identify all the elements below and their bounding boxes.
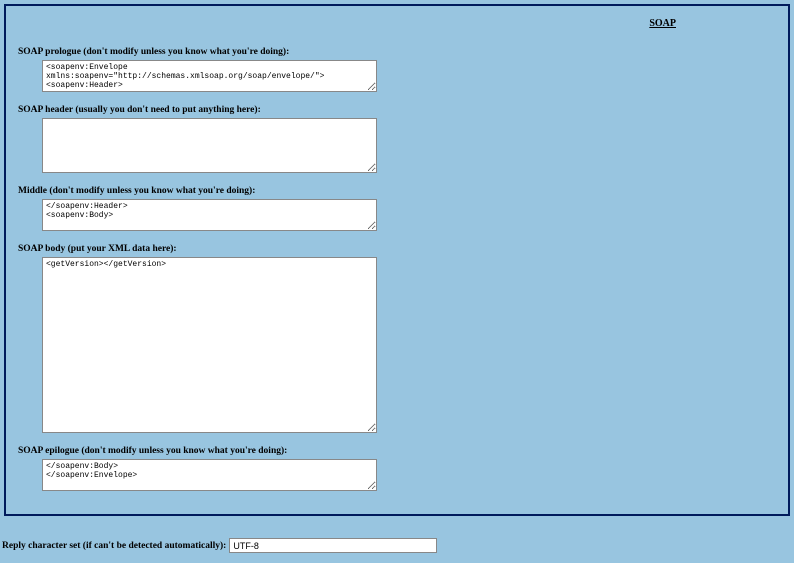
charset-row: Reply character set (if can't be detecte… (2, 538, 792, 553)
epilogue-label: SOAP epilogue (don't modify unless you k… (18, 446, 782, 456)
soap-form-frame: SOAP SOAP prologue (don't modify unless … (4, 4, 790, 516)
middle-textarea[interactable] (42, 199, 377, 231)
soap-header-label: SOAP header (usually you don't need to p… (18, 105, 782, 115)
body-textarea[interactable] (42, 257, 377, 433)
charset-input[interactable] (229, 538, 437, 553)
form-section: SOAP prologue (don't modify unless you k… (8, 39, 786, 512)
prologue-textarea[interactable] (42, 60, 377, 92)
epilogue-textarea[interactable] (42, 459, 377, 491)
middle-label: Middle (don't modify unless you know wha… (18, 186, 782, 196)
header: SOAP (8, 8, 786, 39)
prologue-label: SOAP prologue (don't modify unless you k… (18, 47, 782, 57)
body-label: SOAP body (put your XML data here): (18, 244, 782, 254)
bottom-section: Reply character set (if can't be detecte… (0, 520, 794, 563)
page-title: SOAP (649, 18, 676, 29)
charset-label: Reply character set (if can't be detecte… (2, 541, 226, 551)
soap-header-textarea[interactable] (42, 118, 377, 173)
